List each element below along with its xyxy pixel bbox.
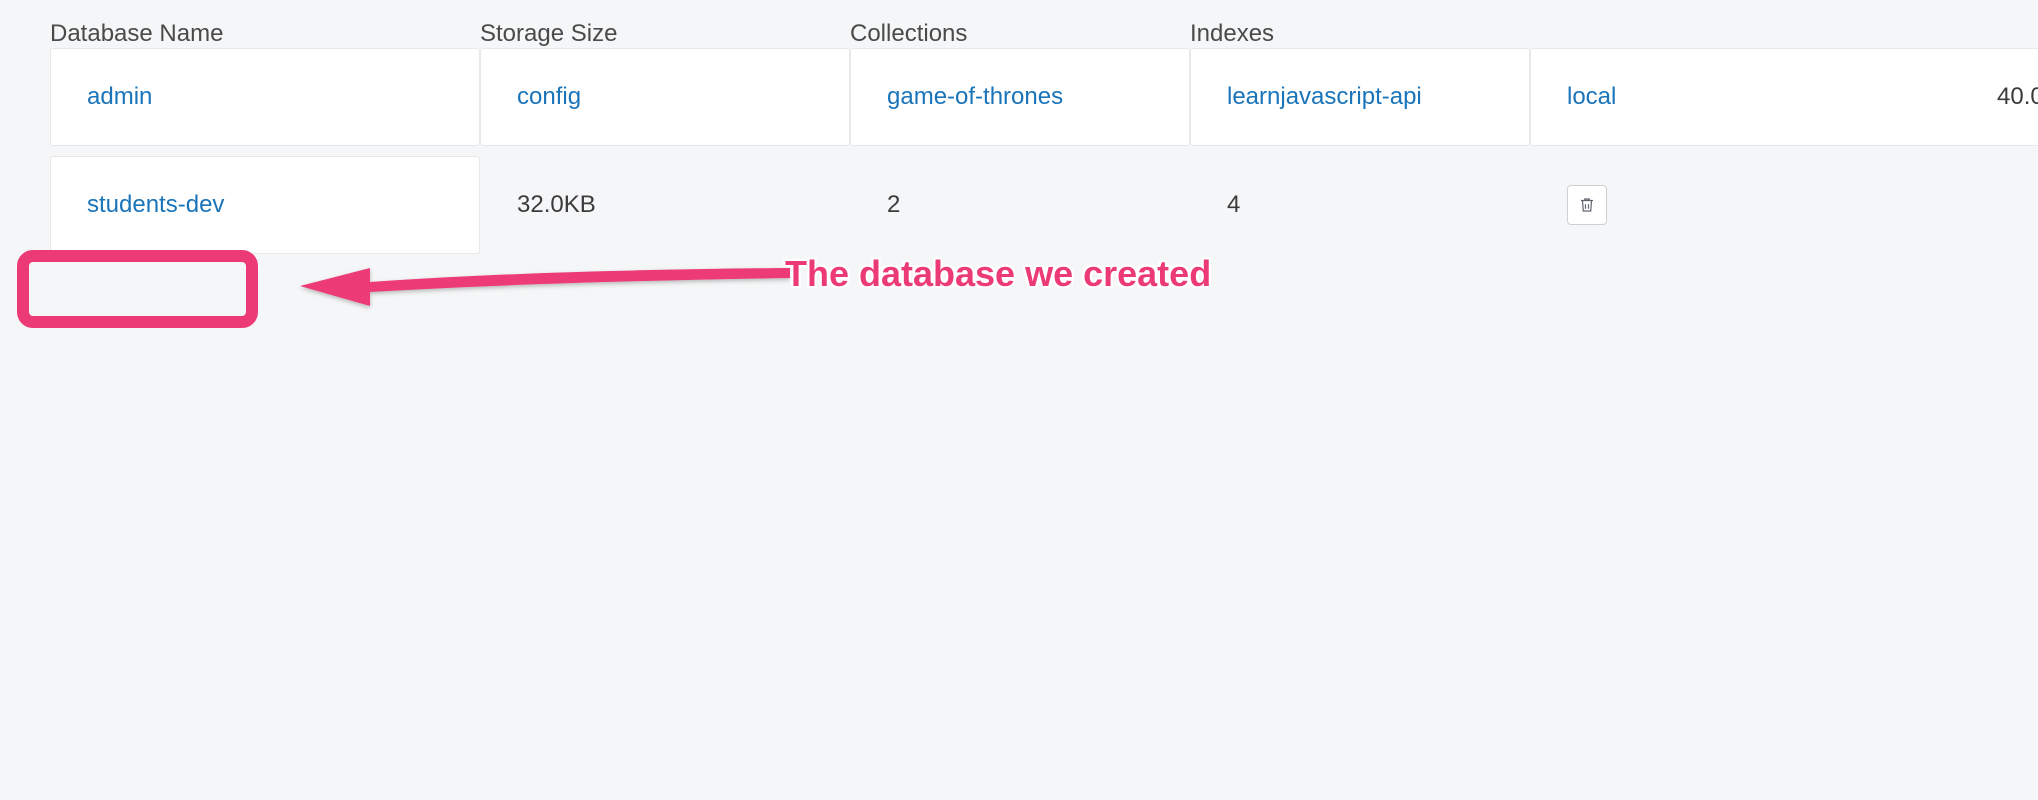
- indexes-count: 4: [1227, 191, 1567, 219]
- col-header-size: Storage Size: [480, 20, 850, 48]
- collections-count: 2: [887, 191, 1227, 219]
- table-header: Database Name Storage Size Collections I…: [14, 0, 2024, 292]
- delete-button[interactable]: [1567, 185, 1607, 225]
- database-link[interactable]: admin: [87, 83, 152, 111]
- table-row: local 40.0KB 1 1: [1530, 48, 2038, 146]
- database-link[interactable]: config: [517, 83, 581, 111]
- trash-icon: [1578, 195, 1596, 215]
- database-link[interactable]: game-of-thrones: [887, 83, 1063, 111]
- storage-size: 40.0KB: [1997, 83, 2038, 111]
- storage-size: 32.0KB: [517, 191, 887, 219]
- table-row: students-dev 32.0KB 2 4: [50, 156, 480, 254]
- database-link[interactable]: learnjavascript-api: [1227, 83, 1422, 111]
- table-row: config 36.0KB 0 2: [480, 48, 850, 146]
- col-header-collections: Collections: [850, 20, 1190, 48]
- database-link[interactable]: students-dev: [87, 191, 224, 219]
- table-row: game-of-thrones 16.0KB 1 1: [850, 48, 1190, 146]
- table-row: admin 16.0KB 0 1: [50, 48, 480, 146]
- table-row: learnjavascript-api 32.0KB 2 3: [1190, 48, 1530, 146]
- database-table: Database Name Storage Size Collections I…: [0, 0, 2038, 292]
- col-header-indexes: Indexes: [1190, 20, 1530, 48]
- database-link[interactable]: local: [1567, 83, 1616, 111]
- col-header-name: Database Name: [50, 20, 480, 48]
